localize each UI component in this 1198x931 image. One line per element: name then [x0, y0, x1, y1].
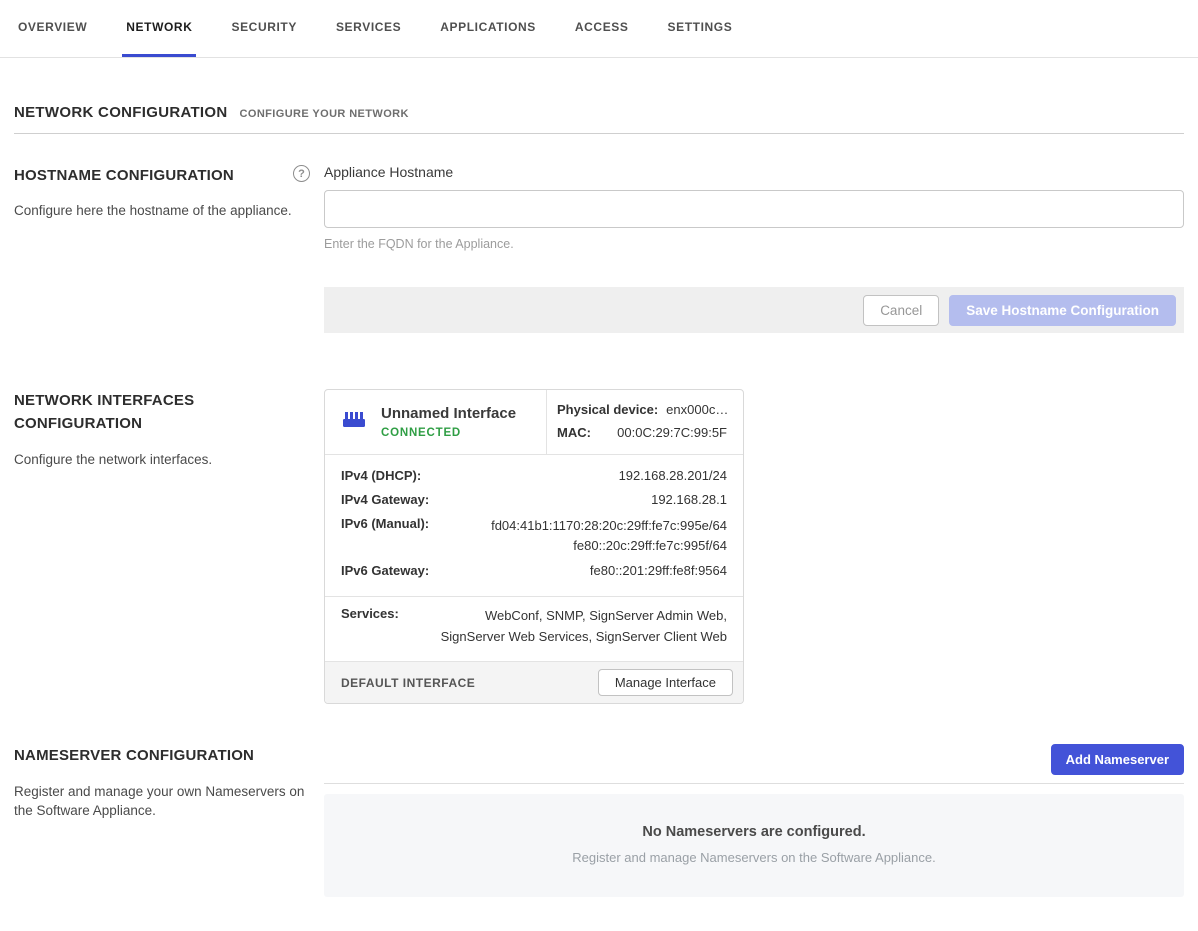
interface-name: Unnamed Interface: [381, 405, 516, 422]
tab-access[interactable]: ACCESS: [571, 0, 633, 57]
nameserver-empty-description: Register and manage Nameservers on the S…: [344, 850, 1164, 865]
nameserver-empty-title: No Nameservers are configured.: [344, 824, 1164, 840]
hostname-section-title: HOSTNAME CONFIGURATION: [14, 164, 234, 187]
interface-card: Unnamed Interface CONNECTED Physical dev…: [324, 389, 744, 704]
tab-overview[interactable]: OVERVIEW: [14, 0, 91, 57]
nameserver-divider: [324, 783, 1184, 784]
interfaces-section-title: NETWORK INTERFACES CONFIGURATION: [14, 389, 310, 436]
hostname-field-help: Enter the FQDN for the Appliance.: [324, 237, 1184, 251]
network-interface-icon: [341, 409, 367, 434]
tab-applications[interactable]: APPLICATIONS: [436, 0, 540, 57]
save-hostname-button[interactable]: Save Hostname Configuration: [949, 295, 1176, 326]
cancel-button[interactable]: Cancel: [863, 295, 939, 326]
page-title: NETWORK CONFIGURATION: [14, 104, 228, 121]
interfaces-section-intro: NETWORK INTERFACES CONFIGURATION Configu…: [14, 389, 310, 704]
page-header-divider: [14, 133, 1184, 134]
interface-row-ipv4-gateway: IPv4 Gateway: 192.168.28.1: [341, 489, 727, 513]
nameserver-section-title: NAMESERVER CONFIGURATION: [14, 744, 310, 767]
interface-row-ipv6-gateway: IPv6 Gateway: fe80::201:29ff:fe8f:9564: [341, 560, 727, 584]
top-tab-bar: OVERVIEW NETWORK SECURITY SERVICES APPLI…: [0, 0, 1198, 58]
hostname-field-label: Appliance Hostname: [324, 164, 1184, 180]
hostname-action-bar: Cancel Save Hostname Configuration: [324, 287, 1184, 333]
interfaces-list: Unnamed Interface CONNECTED Physical dev…: [324, 389, 1184, 704]
manage-interface-button[interactable]: Manage Interface: [598, 669, 733, 696]
interface-row-ipv4: IPv4 (DHCP): 192.168.28.201/24: [341, 465, 727, 489]
interface-status-badge: CONNECTED: [381, 427, 516, 439]
page-header: NETWORK CONFIGURATION CONFIGURE YOUR NET…: [14, 104, 1184, 121]
mac-label: MAC:: [557, 425, 591, 442]
interface-card-footer: DEFAULT INTERFACE Manage Interface: [325, 661, 743, 703]
nameserver-panel: Add Nameserver No Nameservers are config…: [324, 744, 1184, 897]
help-icon[interactable]: ?: [293, 165, 310, 182]
mac-value: 00:0C:29:7C:99:5F: [617, 425, 727, 442]
tab-settings[interactable]: SETTINGS: [664, 0, 737, 57]
default-interface-badge: DEFAULT INTERFACE: [341, 676, 475, 690]
interface-card-header: Unnamed Interface CONNECTED Physical dev…: [325, 390, 743, 454]
tab-services[interactable]: SERVICES: [332, 0, 405, 57]
nameserver-section-intro: NAMESERVER CONFIGURATION Register and ma…: [14, 744, 310, 897]
interface-row-ipv6: IPv6 (Manual): fd04:41b1:1170:28:20c:29f…: [341, 513, 727, 560]
interface-services-row: Services: WebConf, SNMP, SignServer Admi…: [325, 597, 743, 662]
hostname-section: HOSTNAME CONFIGURATION ? Configure here …: [14, 164, 1184, 333]
tab-network[interactable]: NETWORK: [122, 0, 196, 57]
hostname-input[interactable]: [324, 190, 1184, 228]
main-content: NETWORK CONFIGURATION CONFIGURE YOUR NET…: [0, 104, 1198, 897]
services-value: WebConf, SNMP, SignServer Admin Web, Sig…: [427, 606, 727, 648]
nameserver-toolbar: Add Nameserver: [324, 744, 1184, 775]
interfaces-section: NETWORK INTERFACES CONFIGURATION Configu…: [14, 389, 1184, 704]
services-label: Services:: [341, 606, 399, 648]
nameserver-empty-state: No Nameservers are configured. Register …: [324, 794, 1184, 897]
hostname-form: Appliance Hostname Enter the FQDN for th…: [324, 164, 1184, 333]
interfaces-section-description: Configure the network interfaces.: [14, 450, 310, 470]
add-nameserver-button[interactable]: Add Nameserver: [1051, 744, 1184, 775]
nameserver-section: NAMESERVER CONFIGURATION Register and ma…: [14, 744, 1184, 897]
physical-device-label: Physical device:: [557, 402, 658, 419]
hostname-section-intro: HOSTNAME CONFIGURATION ? Configure here …: [14, 164, 310, 333]
nameserver-section-description: Register and manage your own Nameservers…: [14, 782, 310, 821]
physical-device-value: enx000c…: [666, 402, 728, 419]
tab-security[interactable]: SECURITY: [227, 0, 300, 57]
page-subtitle: CONFIGURE YOUR NETWORK: [240, 108, 409, 120]
hostname-section-description: Configure here the hostname of the appli…: [14, 201, 310, 221]
interface-address-rows: IPv4 (DHCP): 192.168.28.201/24 IPv4 Gate…: [325, 455, 743, 596]
